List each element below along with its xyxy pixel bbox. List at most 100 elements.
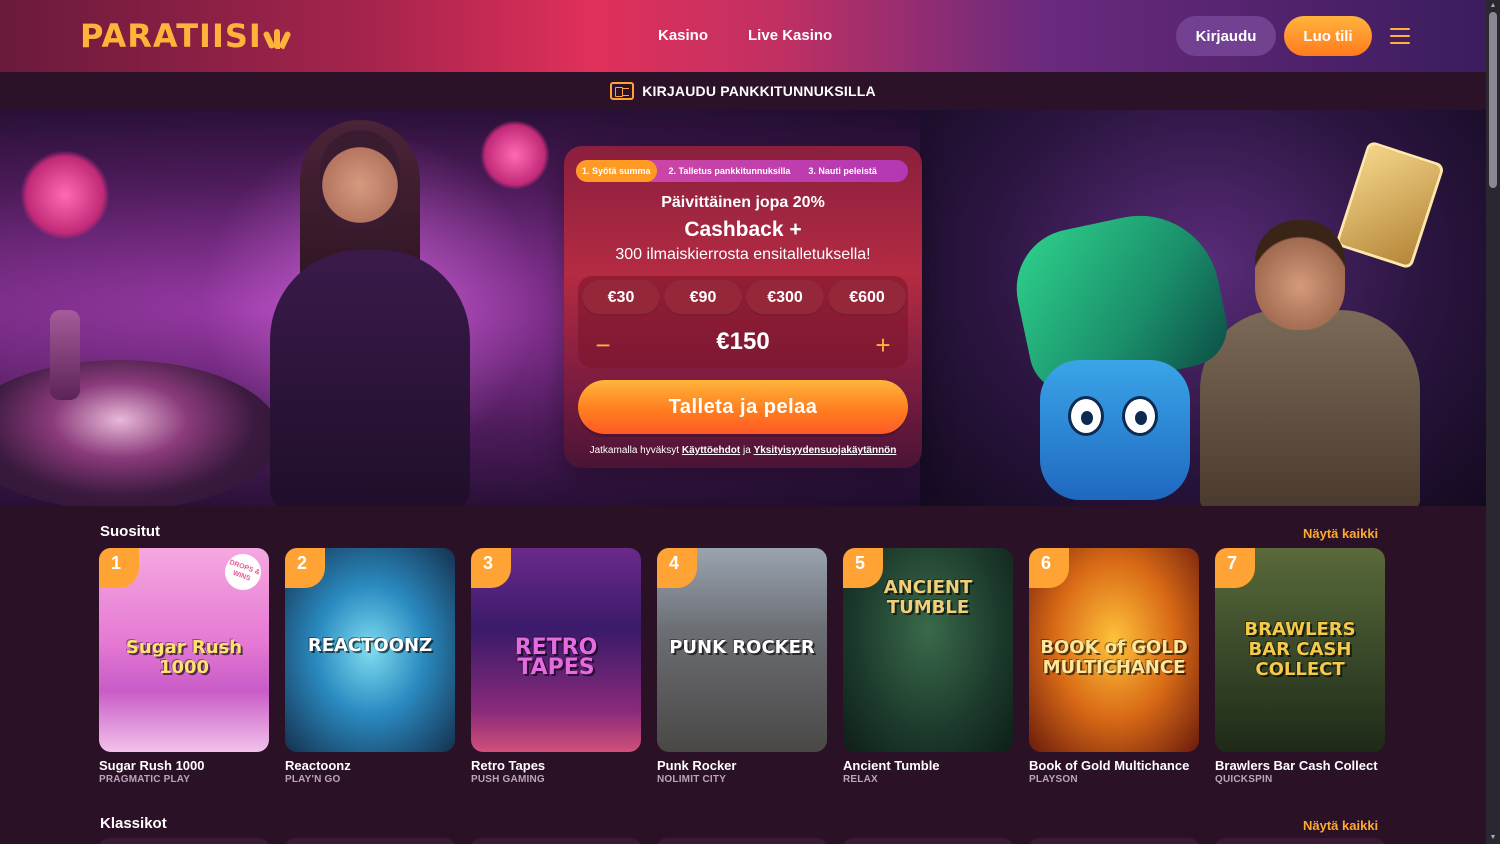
amount-90-button[interactable]: €90 bbox=[664, 280, 742, 316]
id-card-icon bbox=[610, 82, 635, 100]
terms-prefix: Jatkamalla hyväksyt bbox=[589, 445, 680, 456]
monster-eye bbox=[1122, 396, 1158, 436]
game-card[interactable]: BOOK of GOLD MULTICHANCE 6 Book of Gold … bbox=[1029, 548, 1199, 785]
game-provider: PLAYSON bbox=[1029, 774, 1078, 785]
game-card[interactable]: Sugar Rush 1000 DROPS & WINS 1 Sugar Rus… bbox=[99, 548, 269, 785]
monster-eye bbox=[1068, 396, 1104, 436]
scroll-down-arrow-icon[interactable]: ▼ bbox=[1489, 834, 1497, 842]
terms-notice: Jatkamalla hyväksyt Käyttöehdot ja Yksit… bbox=[564, 445, 922, 456]
privacy-link[interactable]: Yksityisyydensuojakäytännön bbox=[754, 445, 897, 456]
bank-login-label: KIRJAUDU PANKKITUNNUKSILLA bbox=[642, 83, 876, 99]
game-thumbnail[interactable]: RETRO TAPES 3 bbox=[471, 548, 641, 752]
rank-badge: 3 bbox=[471, 548, 511, 588]
step-1: 1. Syötä summa bbox=[576, 160, 657, 182]
menu-icon[interactable] bbox=[1390, 28, 1410, 44]
game-thumbnail[interactable]: ANCIENT TUMBLE 5 bbox=[843, 548, 1013, 752]
game-provider: RELAX bbox=[843, 774, 878, 785]
game-art-title: PUNK ROCKER bbox=[669, 637, 815, 658]
game-card-partial[interactable] bbox=[843, 838, 1013, 844]
game-card[interactable]: REACTOONZ 2 Reactoonz PLAY'N GO bbox=[285, 548, 455, 785]
game-card-partial[interactable] bbox=[657, 838, 827, 844]
game-thumbnail[interactable]: Sugar Rush 1000 DROPS & WINS 1 bbox=[99, 548, 269, 752]
amount-selector: €30 €90 €300 €600 − €150 + bbox=[578, 276, 908, 368]
deposit-steps: 1. Syötä summa 2. Talletus pankkitunnuks… bbox=[576, 160, 908, 182]
show-all-suositut-link[interactable]: Näytä kaikki bbox=[1303, 526, 1378, 541]
game-title: Book of Gold Multichance bbox=[1029, 758, 1190, 773]
offer-line-3: 300 ilmaiskierrosta ensitalletuksella! bbox=[615, 246, 871, 263]
rank-badge: 7 bbox=[1215, 548, 1255, 588]
game-thumbnail[interactable]: BRAWLERS BAR CASH COLLECT 7 bbox=[1215, 548, 1385, 752]
step-3: 3. Nauti peleistä bbox=[808, 166, 877, 176]
scroll-up-arrow-icon[interactable]: ▲ bbox=[1489, 2, 1497, 10]
game-card-partial[interactable] bbox=[1029, 838, 1199, 844]
game-card-partial[interactable] bbox=[1215, 838, 1385, 844]
paratiisi-logo[interactable]: PARATIISI bbox=[80, 17, 292, 55]
classic-games-row bbox=[99, 838, 1385, 844]
rank-badge: 4 bbox=[657, 548, 697, 588]
game-title: Brawlers Bar Cash Collect bbox=[1215, 758, 1378, 773]
game-provider: PUSH GAMING bbox=[471, 774, 545, 785]
explorer-illustration bbox=[1200, 310, 1420, 506]
roulette-turret bbox=[50, 310, 80, 400]
game-provider: NOLIMIT CITY bbox=[657, 774, 727, 785]
deposit-play-button[interactable]: Talleta ja pelaa bbox=[578, 380, 908, 434]
nav-live-kasino[interactable]: Live Kasino bbox=[748, 27, 832, 44]
game-art-title: BRAWLERS BAR CASH COLLECT bbox=[1244, 619, 1356, 680]
offer-line-1: Päivittäinen jopa 20% bbox=[661, 194, 825, 211]
show-all-klassikot-link[interactable]: Näytä kaikki bbox=[1303, 818, 1378, 833]
game-card-partial[interactable] bbox=[285, 838, 455, 844]
page-scrollbar[interactable]: ▲ ▼ bbox=[1486, 0, 1500, 844]
rank-badge: 1 bbox=[99, 548, 139, 588]
game-card-partial[interactable] bbox=[471, 838, 641, 844]
offer-line-2: Cashback + bbox=[684, 218, 802, 241]
terms-link[interactable]: Käyttöehdot bbox=[682, 445, 740, 456]
section-title-klassikot: Klassikot bbox=[100, 815, 167, 832]
explorer-face bbox=[1255, 220, 1345, 330]
game-title: Reactoonz bbox=[285, 758, 351, 773]
amount-input[interactable]: €150 bbox=[638, 328, 848, 356]
rank-badge: 2 bbox=[285, 548, 325, 588]
dealer-face bbox=[320, 130, 400, 230]
game-title: Retro Tapes bbox=[471, 758, 546, 773]
bank-login-bar[interactable]: KIRJAUDU PANKKITUNNUKSILLA bbox=[0, 72, 1486, 110]
drops-wins-badge: DROPS & WINS bbox=[219, 548, 267, 596]
game-art-title: RETRO TAPES bbox=[514, 635, 598, 680]
rank-badge: 6 bbox=[1029, 548, 1069, 588]
rank-badge: 5 bbox=[843, 548, 883, 588]
game-title: Sugar Rush 1000 bbox=[99, 758, 205, 773]
decrease-amount-button[interactable]: − bbox=[588, 330, 618, 360]
monster-illustration bbox=[1040, 360, 1190, 500]
flower-decoration bbox=[480, 120, 550, 190]
game-art-title: REACTOONZ bbox=[307, 635, 433, 656]
game-card[interactable]: RETRO TAPES 3 Retro Tapes PUSH GAMING bbox=[471, 548, 641, 785]
nav-kasino[interactable]: Kasino bbox=[658, 27, 708, 44]
game-card[interactable]: PUNK ROCKER 4 Punk Rocker NOLIMIT CITY bbox=[657, 548, 827, 785]
game-thumbnail[interactable]: PUNK ROCKER 4 bbox=[657, 548, 827, 752]
game-card[interactable]: BRAWLERS BAR CASH COLLECT 7 Brawlers Bar… bbox=[1215, 548, 1385, 785]
game-title: Ancient Tumble bbox=[843, 758, 940, 773]
scrollbar-thumb[interactable] bbox=[1489, 12, 1497, 188]
increase-amount-button[interactable]: + bbox=[868, 330, 898, 360]
dealer-illustration bbox=[270, 250, 470, 506]
site-header: PARATIISI Kasino Live Kasino Kirjaudu Lu… bbox=[0, 0, 1486, 72]
amount-30-button[interactable]: €30 bbox=[582, 280, 660, 316]
signup-button[interactable]: Luo tili bbox=[1284, 16, 1372, 56]
amount-600-button[interactable]: €600 bbox=[828, 280, 906, 316]
game-thumbnail[interactable]: REACTOONZ 2 bbox=[285, 548, 455, 752]
amount-300-button[interactable]: €300 bbox=[746, 280, 824, 316]
login-button[interactable]: Kirjaudu bbox=[1176, 16, 1276, 56]
deposit-panel: 1. Syötä summa 2. Talletus pankkitunnuks… bbox=[564, 146, 922, 468]
game-thumbnail[interactable]: BOOK of GOLD MULTICHANCE 6 bbox=[1029, 548, 1199, 752]
game-provider: QUICKSPIN bbox=[1215, 774, 1273, 785]
terms-and: ja bbox=[742, 445, 751, 456]
game-art-title: Sugar Rush 1000 bbox=[125, 637, 243, 678]
step-2: 2. Talletus pankkitunnuksilla bbox=[668, 166, 791, 176]
section-title-suositut: Suositut bbox=[100, 523, 160, 540]
game-provider: PRAGMATIC PLAY bbox=[99, 774, 191, 785]
popular-games-row: Sugar Rush 1000 DROPS & WINS 1 Sugar Rus… bbox=[99, 548, 1385, 785]
game-card[interactable]: ANCIENT TUMBLE 5 Ancient Tumble RELAX bbox=[843, 548, 1013, 785]
logo-text: PARATIISI bbox=[80, 17, 262, 55]
flower-decoration bbox=[20, 150, 110, 240]
game-card-partial[interactable] bbox=[99, 838, 269, 844]
game-art-title: BOOK of GOLD MULTICHANCE bbox=[1040, 637, 1188, 678]
